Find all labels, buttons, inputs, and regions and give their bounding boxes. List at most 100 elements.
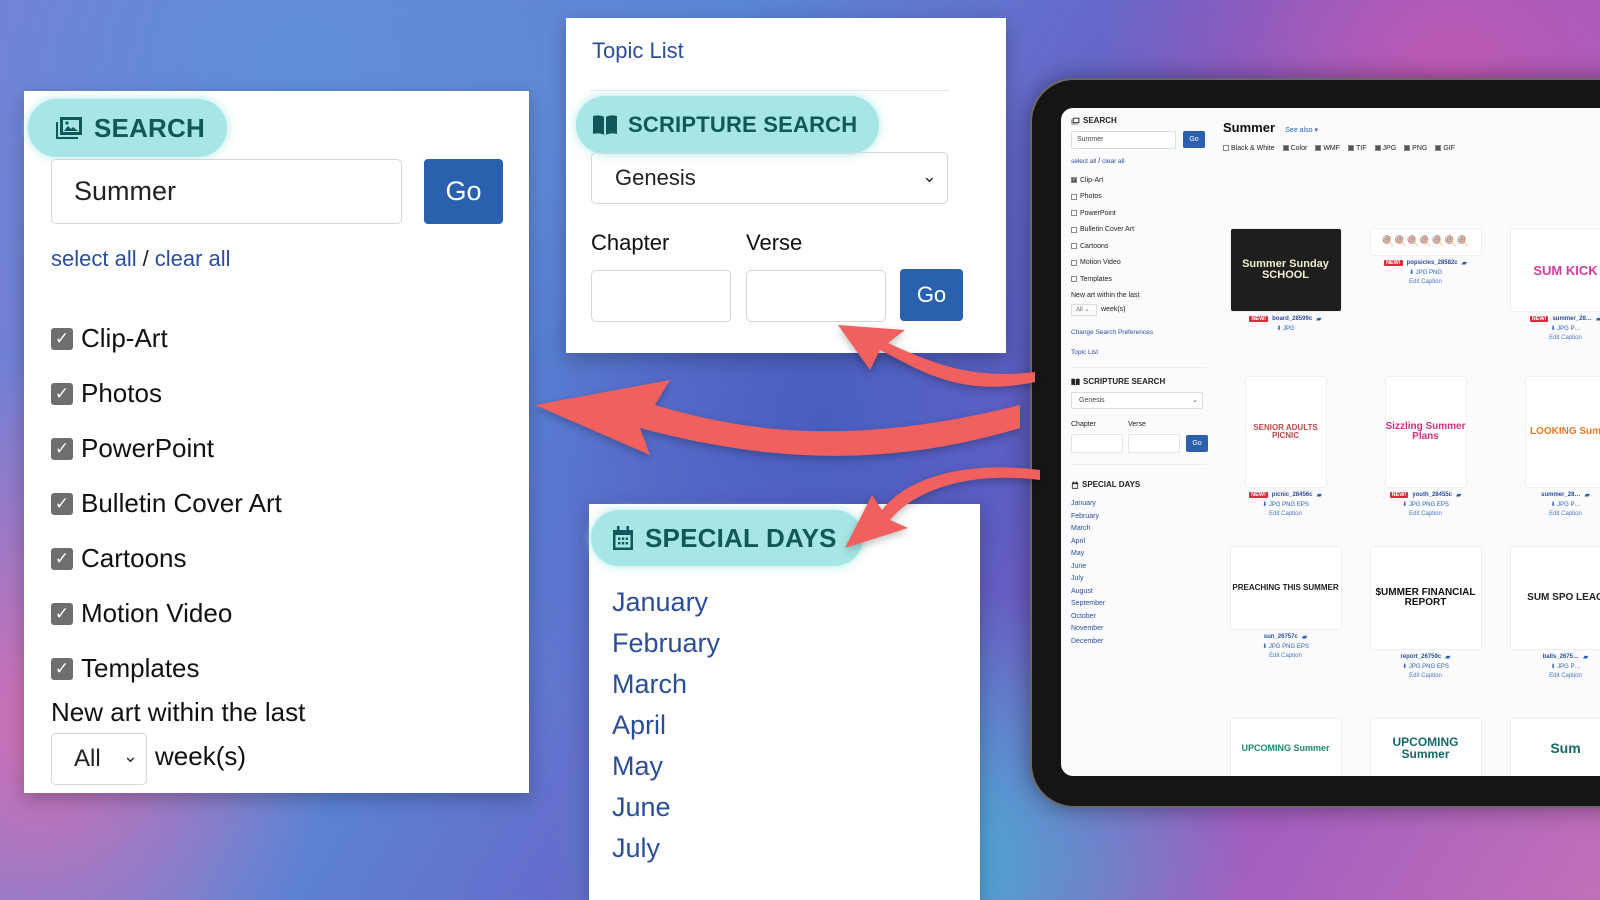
result-filename-link[interactable]: report_26759c xyxy=(1400,654,1441,660)
result-thumbnail[interactable]: Summer Sunday SCHOOL NEW! board_28599c ▰ ⬇ J… xyxy=(1223,228,1348,332)
category-cartoons[interactable]: ✓ Cartoons xyxy=(51,531,282,586)
tablet-category[interactable]: ✓ Clip-Art xyxy=(1071,172,1134,189)
see-also-dropdown[interactable]: See also ▾ xyxy=(1285,127,1318,134)
checkbox[interactable] xyxy=(1071,276,1077,283)
checkbox-checked[interactable] xyxy=(1374,145,1381,151)
clipart-image[interactable]: Sizzling Summer Plans xyxy=(1384,376,1467,488)
checkbox-checked[interactable]: ✓ xyxy=(51,327,73,350)
tablet-category[interactable]: PowerPoint xyxy=(1071,205,1134,222)
checkbox[interactable] xyxy=(1071,243,1077,250)
folder-icon[interactable]: ▰ xyxy=(1316,491,1321,499)
verse-input[interactable] xyxy=(746,270,886,322)
folder-icon[interactable]: ▰ xyxy=(1596,315,1600,323)
tablet-month-link[interactable]: August xyxy=(1071,586,1105,599)
edit-caption-link[interactable]: Edit Caption xyxy=(1363,511,1488,517)
result-thumbnail[interactable]: SENIOR ADULTS PICNIC NEW! picnic_28456c ▰ ⬇ … xyxy=(1223,376,1348,517)
tablet-month-link[interactable]: March xyxy=(1071,523,1105,536)
clipart-image[interactable]: SENIOR ADULTS PICNIC xyxy=(1244,376,1327,488)
edit-caption-link[interactable]: Edit Caption xyxy=(1503,673,1600,679)
book-select[interactable]: Genesis ⌄ xyxy=(591,152,948,204)
filter-tif[interactable]: TIF xyxy=(1348,145,1367,152)
result-filename-link[interactable]: picnic_28456c xyxy=(1272,492,1313,498)
checkbox-checked[interactable] xyxy=(1404,145,1411,151)
checkbox-checked[interactable]: ✓ xyxy=(51,437,73,460)
download-formats[interactable]: ⬇ JPG xyxy=(1223,325,1348,332)
tablet-weeks-select[interactable]: All ⌄ xyxy=(1071,304,1097,316)
edit-caption-link[interactable]: Edit Caption xyxy=(1223,511,1348,517)
checkbox-checked[interactable] xyxy=(1435,145,1442,151)
result-filename-link[interactable]: summer_28… xyxy=(1541,492,1580,498)
edit-caption-link[interactable]: Edit Caption xyxy=(1363,279,1488,285)
category-powerpoint[interactable]: ✓ PowerPoint xyxy=(51,421,282,476)
clipart-image[interactable]: $UMMER FINANCIAL REPORT xyxy=(1369,546,1482,650)
checkbox[interactable] xyxy=(1223,145,1229,151)
tablet-month-link[interactable]: September xyxy=(1071,598,1105,611)
tablet-chapter-input[interactable] xyxy=(1071,434,1123,453)
checkbox-checked[interactable]: ✓ xyxy=(1071,177,1077,184)
result-thumbnail[interactable]: $UMMER FINANCIAL REPORT report_26759c ▰ ⬇ J… xyxy=(1363,546,1488,679)
edit-caption-link[interactable]: Edit Caption xyxy=(1363,673,1488,679)
search-input[interactable]: Summer xyxy=(51,159,402,224)
checkbox-checked[interactable]: ✓ xyxy=(51,547,73,570)
edit-caption-link[interactable]: Edit Caption xyxy=(1503,511,1600,517)
download-formats[interactable]: ⬇ JPG PNG EPS xyxy=(1363,501,1488,508)
clipart-image[interactable]: 🍭🍭🍭🍭🍭🍭🍭 xyxy=(1369,228,1482,256)
month-link[interactable]: January xyxy=(612,582,720,623)
clipart-image[interactable]: PREACHING THIS SUMMER xyxy=(1229,546,1342,630)
result-thumbnail[interactable]: 🍭🍭🍭🍭🍭🍭🍭 NEW! popsicles_28582c ▰ ⬇ JPG PNG Edi… xyxy=(1363,228,1488,285)
result-filename-link[interactable]: sun_26757c xyxy=(1264,634,1298,640)
filter-wmf[interactable]: WMF xyxy=(1315,145,1340,152)
result-filename-link[interactable]: board_28599c xyxy=(1272,316,1312,322)
category-photos[interactable]: ✓ Photos xyxy=(51,366,282,421)
checkbox-checked[interactable]: ✓ xyxy=(51,602,73,625)
tablet-month-link[interactable]: February xyxy=(1071,511,1105,524)
tablet-month-link[interactable]: June xyxy=(1071,561,1105,574)
tablet-month-link[interactable]: May xyxy=(1071,548,1105,561)
checkbox[interactable] xyxy=(1071,193,1077,200)
checkbox-checked[interactable] xyxy=(1315,145,1322,151)
month-link[interactable]: July xyxy=(612,828,720,869)
filter-jpg[interactable]: JPG xyxy=(1374,145,1396,152)
tablet-month-link[interactable]: July xyxy=(1071,573,1105,586)
result-thumbnail[interactable]: PREACHING THIS SUMMER sun_26757c ▰ ⬇ JPG PN… xyxy=(1223,546,1348,659)
tablet-month-link[interactable]: January xyxy=(1071,498,1105,511)
result-thumbnail[interactable]: SUM SPO LEAG balls_2675… ▰ ⬇ JPG P… Edit Cap… xyxy=(1503,546,1600,679)
tablet-category[interactable]: Cartoons xyxy=(1071,238,1134,255)
result-filename-link[interactable]: popsicles_28582c xyxy=(1407,260,1458,266)
month-link[interactable]: March xyxy=(612,664,720,705)
result-filename-link[interactable]: balls_2675… xyxy=(1543,654,1579,660)
folder-icon[interactable]: ▰ xyxy=(1583,653,1588,661)
download-formats[interactable]: ⬇ JPG P… xyxy=(1503,325,1600,332)
tablet-month-link[interactable]: October xyxy=(1071,611,1105,624)
download-formats[interactable]: ⬇ JPG PNG EPS xyxy=(1223,643,1348,650)
clipart-image[interactable]: SUM KICK xyxy=(1509,228,1600,312)
download-formats[interactable]: ⬇ JPG P… xyxy=(1503,501,1600,508)
tablet-category[interactable]: Photos xyxy=(1071,189,1134,206)
tablet-topic-list-link[interactable]: Topic List xyxy=(1071,349,1098,356)
folder-icon[interactable]: ▰ xyxy=(1445,653,1450,661)
topic-list-link[interactable]: Topic List xyxy=(592,38,684,64)
category-bulletin-cover-art[interactable]: ✓ Bulletin Cover Art xyxy=(51,476,282,531)
weeks-select[interactable]: All ⌄ xyxy=(51,733,147,785)
checkbox[interactable] xyxy=(1071,259,1077,266)
tablet-scripture-go-button[interactable]: Go xyxy=(1186,435,1208,452)
clipart-image[interactable]: UPCOMING Summer xyxy=(1369,718,1482,776)
clear-all-link[interactable]: clear all xyxy=(155,246,231,271)
tablet-category[interactable]: Bulletin Cover Art xyxy=(1071,222,1134,239)
result-thumbnail[interactable]: UPCOMING Summer xyxy=(1363,718,1488,776)
result-filename-link[interactable]: summer_28… xyxy=(1552,316,1591,322)
tablet-search-input[interactable]: Summer xyxy=(1071,131,1176,149)
clipart-image[interactable]: Summer Sunday SCHOOL xyxy=(1229,228,1342,312)
tablet-book-select[interactable]: Genesis ⌄ xyxy=(1071,392,1203,409)
folder-icon[interactable]: ▰ xyxy=(1462,259,1467,267)
category-templates[interactable]: ✓ Templates xyxy=(51,641,282,696)
month-link[interactable]: June xyxy=(612,787,720,828)
month-link[interactable]: May xyxy=(612,746,720,787)
filter-png[interactable]: PNG xyxy=(1404,145,1427,152)
tablet-category[interactable]: Templates xyxy=(1071,271,1134,288)
change-search-preferences-link[interactable]: Change Search Preferences xyxy=(1071,329,1153,336)
checkbox-checked[interactable]: ✓ xyxy=(51,657,73,680)
download-formats[interactable]: ⬇ JPG PNG EPS xyxy=(1223,501,1348,508)
folder-icon[interactable]: ▰ xyxy=(1302,633,1307,641)
download-formats[interactable]: ⬇ JPG PNG EPS xyxy=(1363,663,1488,670)
